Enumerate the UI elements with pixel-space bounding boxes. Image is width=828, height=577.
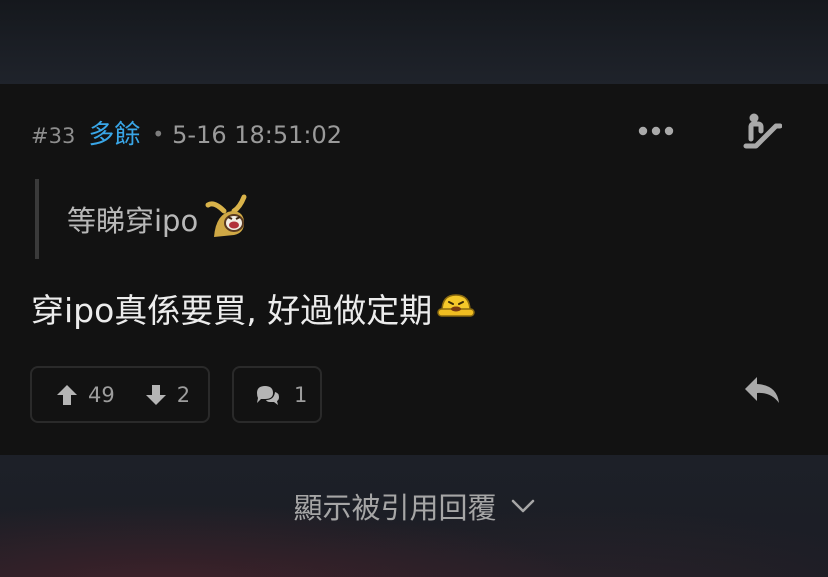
replies-button[interactable]: 1: [232, 366, 322, 423]
meta-separator: •: [152, 122, 165, 146]
show-quoted-replies-button[interactable]: 顯示被引用回覆: [0, 485, 828, 527]
page: #33 多餘 • 5-16 18:51:02 等睇穿ipo 穿ipo真係要買, …: [0, 0, 828, 577]
chevron-down-icon: [511, 499, 535, 513]
previous-post-area: [0, 0, 828, 84]
upvote-button[interactable]: 49: [56, 383, 115, 407]
footer-area: 顯示被引用回覆: [0, 455, 828, 577]
bunny-laugh-emoji: [204, 193, 252, 245]
quote-reply-button[interactable]: [740, 370, 784, 410]
quoted-post[interactable]: 等睇穿ipo: [35, 179, 252, 259]
downvote-count: 2: [176, 382, 191, 407]
post-timestamp: 5-16 18:51:02: [172, 121, 343, 149]
reply-arrow-icon: [745, 377, 779, 403]
reply-count: 1: [294, 382, 308, 407]
author-name[interactable]: 多餘: [88, 114, 140, 151]
more-options-button[interactable]: [634, 116, 678, 146]
post-card: #33 多餘 • 5-16 18:51:02 等睇穿ipo 穿ipo真係要買, …: [0, 84, 828, 455]
post-body: 穿ipo真係要買, 好過做定期: [31, 284, 476, 332]
downvote-button[interactable]: 2: [145, 383, 190, 407]
vote-box: 49 2: [30, 366, 210, 423]
arrow-down-icon: [145, 384, 166, 405]
escalator-button[interactable]: [740, 110, 784, 152]
yellow-face-emoji: [436, 289, 476, 327]
upvote-count: 49: [88, 382, 115, 407]
quoted-text: 等睇穿ipo: [67, 204, 199, 238]
escalator-icon: [743, 113, 782, 149]
comment-bubbles-icon: [257, 385, 279, 405]
arrow-up-icon: [57, 384, 77, 405]
more-dots-icon: [638, 126, 674, 136]
post-meta: #33 多餘 • 5-16 18:51:02: [31, 114, 342, 150]
show-quoted-replies-label: 顯示被引用回覆: [293, 491, 497, 525]
post-body-text: 穿ipo真係要買, 好過做定期: [31, 291, 433, 330]
post-number: #33: [31, 124, 76, 148]
